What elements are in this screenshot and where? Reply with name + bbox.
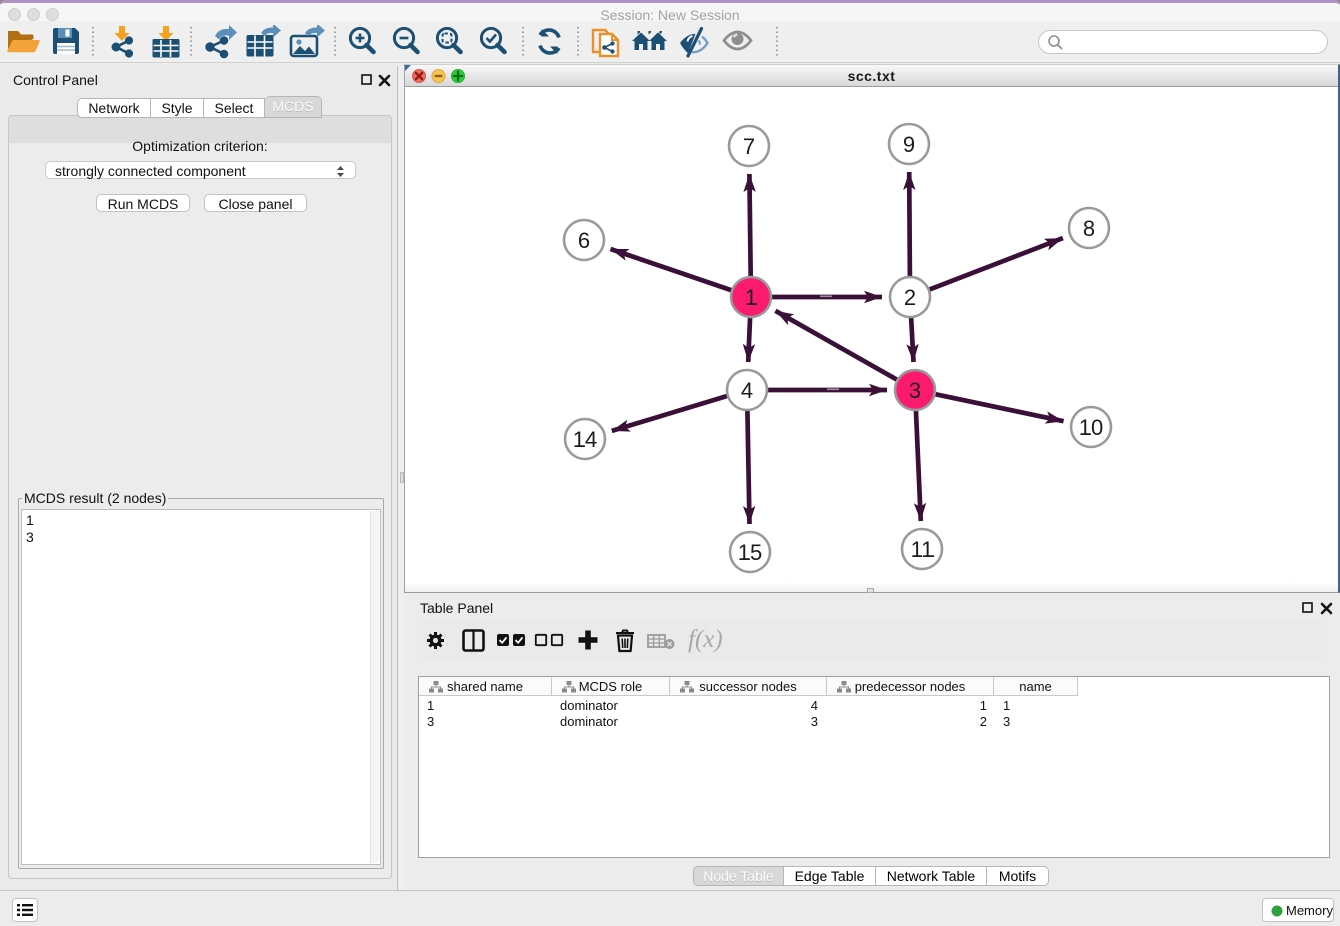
svg-text:10: 10 — [1079, 415, 1103, 440]
svg-text:2: 2 — [904, 285, 916, 310]
svg-text:8: 8 — [1083, 216, 1095, 241]
svg-text:1: 1 — [745, 285, 757, 310]
svg-text:3: 3 — [909, 378, 921, 403]
svg-text:9: 9 — [903, 132, 915, 157]
svg-text:7: 7 — [743, 134, 755, 159]
svg-text:4: 4 — [741, 378, 753, 403]
svg-text:15: 15 — [738, 540, 762, 565]
svg-text:14: 14 — [573, 427, 597, 452]
svg-text:11: 11 — [911, 537, 934, 562]
svg-text:6: 6 — [578, 228, 590, 253]
